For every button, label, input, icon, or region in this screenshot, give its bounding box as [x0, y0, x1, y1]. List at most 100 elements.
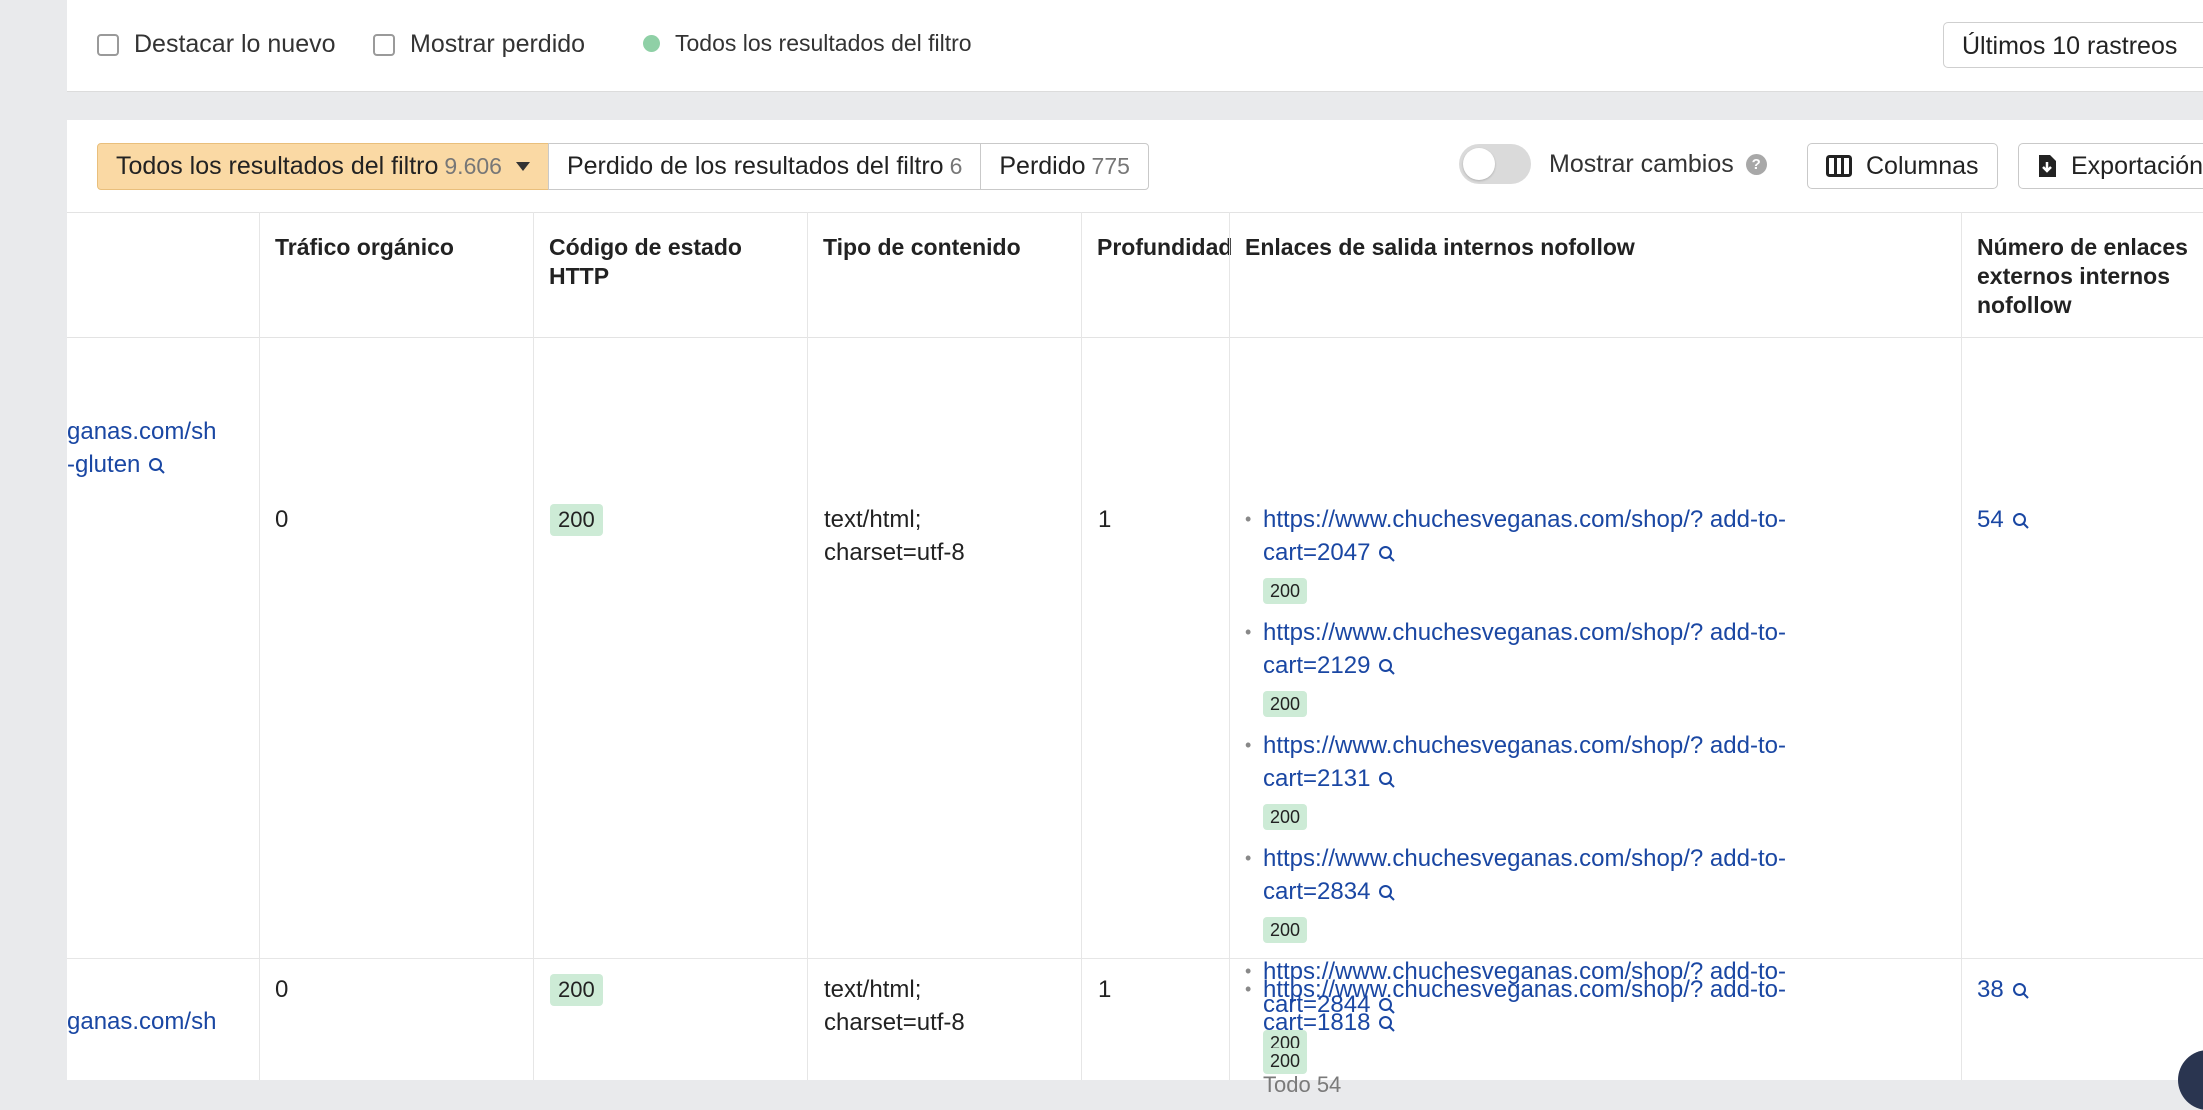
caret-down-icon[interactable] — [515, 162, 530, 171]
url-line[interactable]: ganas.com/sh — [67, 415, 252, 448]
link-url[interactable]: cart=1818 — [1263, 1006, 1925, 1039]
traffic-value: 0 — [275, 976, 289, 1003]
tab-label: Todos los resultados del filtro — [116, 152, 439, 180]
url-line[interactable]: ganas.com/sh — [67, 1005, 252, 1038]
tab-label: Perdido de los resultados del filtro — [566, 152, 944, 180]
tab-count: 775 — [1091, 153, 1130, 179]
content-type: text/html; charset=utf-8 — [824, 506, 965, 566]
show-changes-label: Mostrar cambios — [1549, 149, 1734, 178]
link-url[interactable]: cart=2047 — [1263, 536, 1925, 569]
filter-bar: Destacar lo nuevo Mostrar perdido Todos … — [67, 0, 2203, 92]
link-url-text[interactable]: cart=2129 — [1263, 652, 1370, 679]
export-icon — [2039, 155, 2056, 177]
search-icon[interactable] — [1378, 771, 1396, 789]
external-count[interactable]: 54 — [1977, 503, 2030, 536]
show-changes-toggle[interactable] — [1459, 144, 1531, 184]
col-header-content-type[interactable]: Tipo de contenido — [808, 213, 1078, 337]
link-url-text[interactable]: cart=1818 — [1263, 1009, 1370, 1036]
search-icon[interactable] — [1378, 1015, 1396, 1033]
result-tabs: Todos los resultados del filtro 9.606 Pe… — [97, 143, 1149, 190]
status-badge: 200 — [550, 504, 603, 536]
col-header-depth[interactable]: Profundidad — [1082, 213, 1232, 337]
list-item: https://www.chuchesveganas.com/shop/? ad… — [1245, 503, 1925, 606]
left-gutter — [0, 0, 67, 1080]
search-icon[interactable] — [1378, 884, 1396, 902]
show-changes: Mostrar cambios ? — [1459, 144, 1767, 184]
export-label: Exportación — [2071, 151, 2203, 180]
tab-count: 9.606 — [444, 153, 502, 179]
search-icon[interactable] — [1378, 545, 1396, 563]
external-count-value[interactable]: 38 — [1977, 976, 2004, 1003]
crawls-select-value: Últimos 10 rastreos — [1962, 32, 2178, 60]
link-url[interactable]: cart=2834 — [1263, 875, 1925, 908]
results-panel: Todos los resultados del filtro 9.606 Pe… — [67, 120, 2203, 1097]
tab-count: 6 — [949, 153, 963, 179]
column-divider — [259, 212, 260, 1080]
show-lost-checkbox[interactable]: Mostrar perdido — [373, 30, 585, 59]
link-url[interactable]: cart=2129 — [1263, 649, 1925, 682]
highlight-new-checkbox[interactable]: Destacar lo nuevo — [97, 30, 336, 59]
column-divider — [1229, 212, 1230, 1080]
page-url[interactable]: ganas.com/sh — [67, 1005, 252, 1038]
export-button[interactable]: Exportación — [2018, 143, 2203, 189]
search-icon[interactable] — [148, 457, 166, 475]
external-count-value[interactable]: 54 — [1977, 506, 2004, 533]
status-badge: 200 — [1263, 578, 1308, 604]
tab-label: Perdido — [999, 152, 1086, 180]
external-count[interactable]: 38 — [1977, 973, 2030, 1006]
toggle-knob — [1463, 148, 1495, 180]
link-url[interactable]: https://www.chuchesveganas.com/shop/? ad… — [1263, 503, 1925, 536]
link-url-text[interactable]: cart=2131 — [1263, 765, 1370, 792]
tab-lost[interactable]: Perdido 775 — [980, 143, 1149, 190]
status-badge: 200 — [1263, 1048, 1308, 1074]
status-badge: 200 — [550, 974, 603, 1006]
column-divider — [1961, 212, 1962, 1080]
link-url[interactable]: https://www.chuchesveganas.com/shop/? ad… — [1263, 973, 1925, 1006]
col-header-http-status[interactable]: Código de estado HTTP — [534, 213, 804, 337]
link-url[interactable]: https://www.chuchesveganas.com/shop/? ad… — [1263, 729, 1925, 762]
link-url-text[interactable]: cart=2834 — [1263, 878, 1370, 905]
show-lost-label: Mostrar perdido — [410, 30, 586, 58]
checkbox-box[interactable] — [97, 33, 119, 56]
link-url-text[interactable]: cart=2047 — [1263, 539, 1370, 566]
tab-lost-filter-results[interactable]: Perdido de los resultados del filtro 6 — [547, 143, 982, 190]
checkbox-box[interactable] — [373, 33, 395, 56]
columns-button[interactable]: Columnas — [1807, 143, 1998, 189]
help-icon[interactable]: ? — [1745, 153, 1767, 175]
http-status: 200 — [550, 503, 603, 536]
traffic-value: 0 — [275, 506, 289, 533]
list-item: https://www.chuchesveganas.com/shop/? ad… — [1245, 842, 1925, 945]
status-dot-icon — [643, 35, 660, 52]
status-badge: 200 — [1263, 691, 1308, 717]
link-url[interactable]: https://www.chuchesveganas.com/shop/? ad… — [1263, 842, 1925, 875]
columns-label: Columnas — [1866, 151, 1979, 180]
http-status: 200 — [550, 973, 603, 1006]
status-badge: 200 — [1263, 917, 1308, 943]
depth-value: 1 — [1098, 976, 1112, 1003]
page-url[interactable]: ganas.com/sh -gluten — [67, 415, 252, 481]
link-url[interactable]: cart=2131 — [1263, 762, 1925, 795]
list-item: https://www.chuchesveganas.com/shop/? ad… — [1245, 616, 1925, 719]
filter-status: Todos los resultados del filtro — [643, 30, 972, 57]
col-header-nofollow-links[interactable]: Enlaces de salida internos nofollow — [1230, 213, 1950, 337]
tab-all-filter-results[interactable]: Todos los resultados del filtro 9.606 — [97, 143, 549, 190]
filter-status-label: Todos los resultados del filtro — [675, 30, 972, 56]
url-line-text[interactable]: -gluten — [67, 451, 140, 478]
col-header-traffic[interactable]: Tráfico orgánico — [260, 213, 530, 337]
content-type: text/html; charset=utf-8 — [824, 976, 965, 1036]
nofollow-links-list: https://www.chuchesveganas.com/shop/? ad… — [1245, 973, 1925, 1086]
list-item: https://www.chuchesveganas.com/shop/? ad… — [1245, 729, 1925, 832]
url-line[interactable]: -gluten — [67, 448, 252, 481]
highlight-new-label: Destacar lo nuevo — [134, 30, 336, 58]
crawls-select[interactable]: Últimos 10 rastreos — [1943, 22, 2203, 68]
status-badge: 200 — [1263, 804, 1308, 830]
depth-value: 1 — [1098, 506, 1112, 533]
col-header-external-count[interactable]: Número de enlaces externos internos nofo… — [1962, 213, 2203, 337]
row-divider — [67, 958, 2203, 959]
link-url[interactable]: https://www.chuchesveganas.com/shop/? ad… — [1263, 616, 1925, 649]
search-icon[interactable] — [2012, 982, 2030, 1000]
column-divider — [807, 212, 808, 1080]
column-divider — [1081, 212, 1082, 1080]
search-icon[interactable] — [1378, 658, 1396, 676]
search-icon[interactable] — [2012, 512, 2030, 530]
